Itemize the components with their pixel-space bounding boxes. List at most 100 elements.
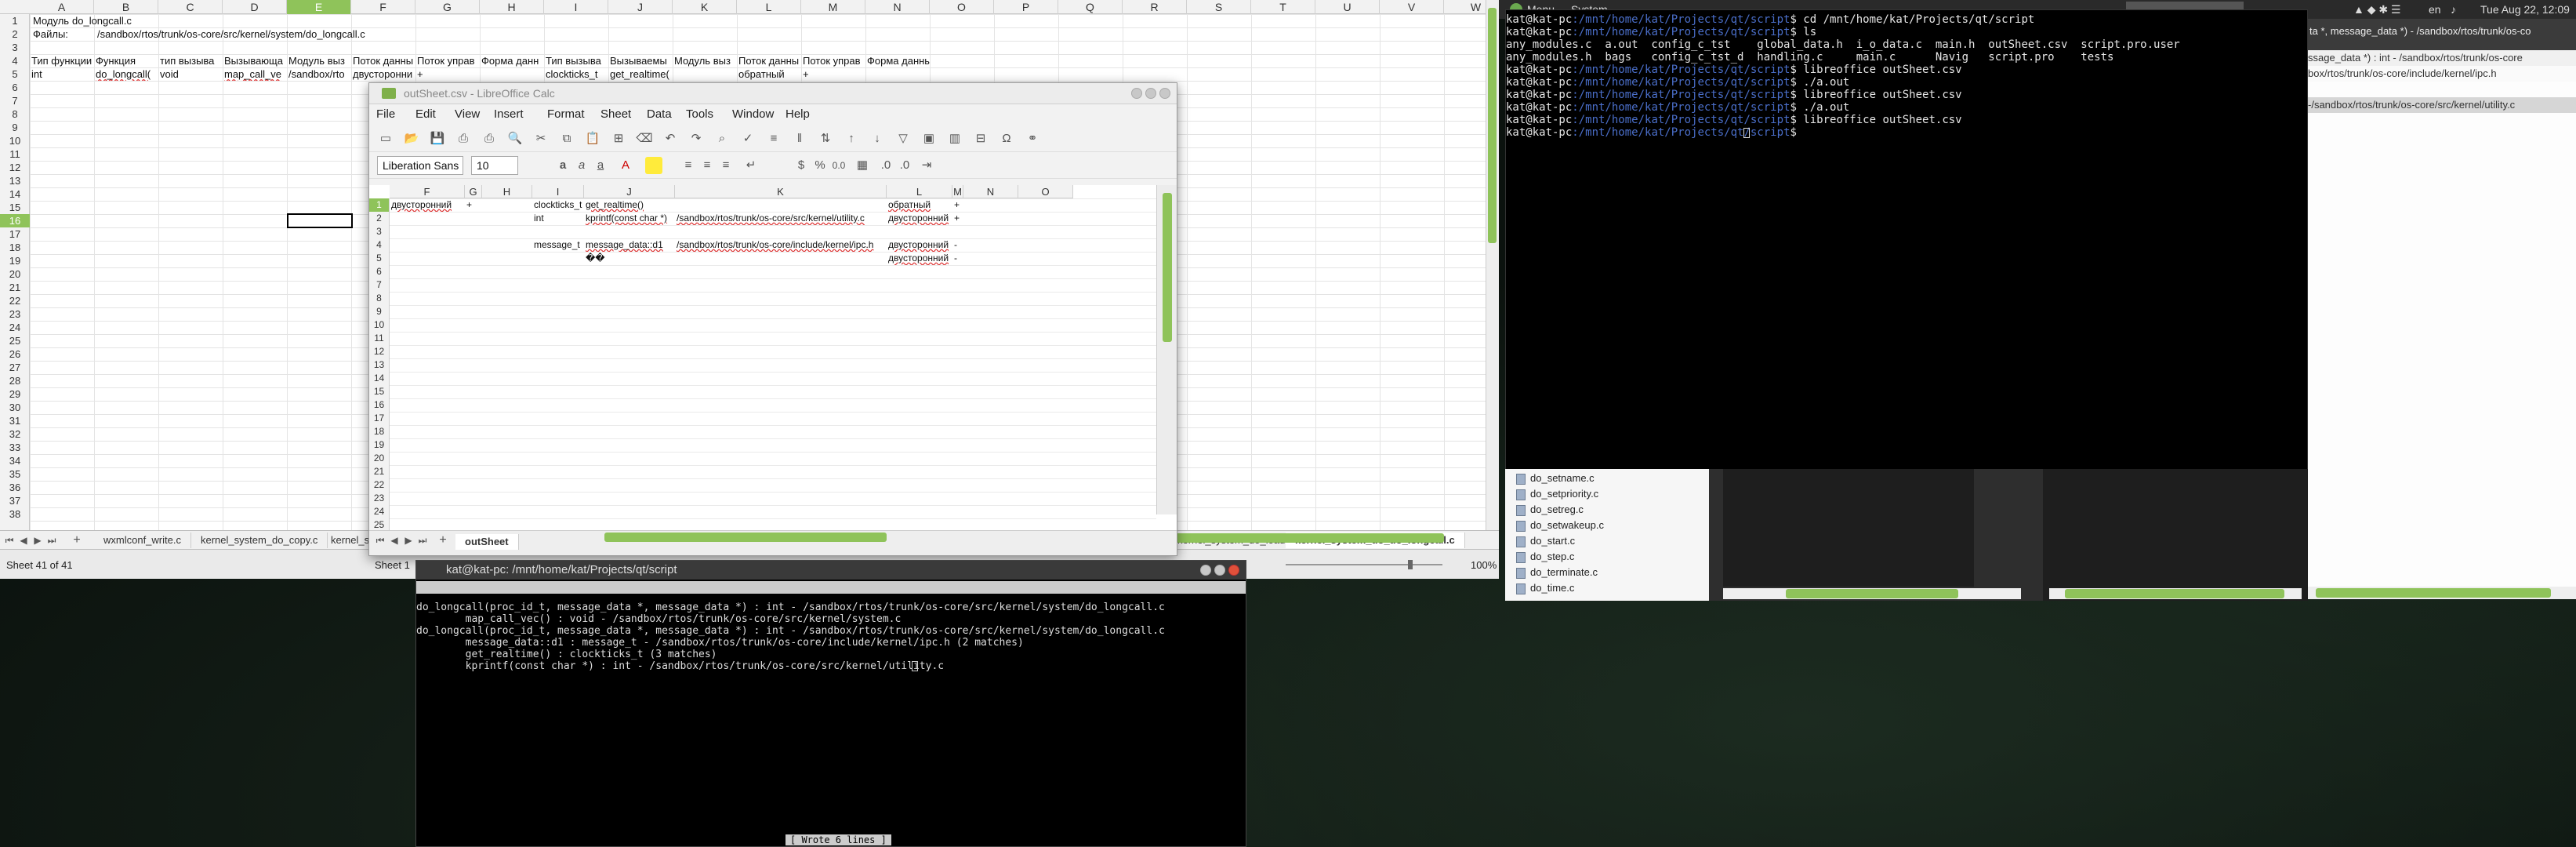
paste-icon[interactable]: 📋 bbox=[584, 130, 601, 147]
undo-icon[interactable]: ↶ bbox=[662, 130, 679, 147]
calc-close-button[interactable] bbox=[1159, 88, 1170, 99]
column-header-o[interactable]: O bbox=[930, 0, 994, 14]
row-header-3[interactable]: 3 bbox=[0, 41, 30, 54]
calc-row-header-19[interactable]: 19 bbox=[369, 438, 390, 452]
row-header-17[interactable]: 17 bbox=[0, 227, 30, 241]
calc-row-header-24[interactable]: 24 bbox=[369, 505, 390, 518]
save-icon[interactable]: 💾 bbox=[429, 130, 446, 147]
cell-row5-0[interactable]: int bbox=[31, 67, 94, 81]
row-header-18[interactable]: 18 bbox=[0, 241, 30, 254]
row-header-36[interactable]: 36 bbox=[0, 481, 30, 494]
column-header-m[interactable]: M bbox=[801, 0, 865, 14]
sheet-tab-wxmlconf[interactable]: wxmlconf_write.c bbox=[94, 533, 191, 548]
cell-row4-0[interactable]: Тип функции bbox=[31, 54, 94, 67]
cell-row4-8[interactable]: Тип вызыва bbox=[546, 54, 608, 67]
file-tree-item[interactable]: do_step.c bbox=[1516, 549, 1574, 565]
image-icon[interactable]: ▣ bbox=[920, 130, 938, 147]
right-pane-hscroll-thumb[interactable] bbox=[2065, 589, 2284, 598]
calc-row-header-23[interactable]: 23 bbox=[369, 492, 390, 505]
calc-cell-m4[interactable]: - bbox=[954, 238, 963, 252]
cell-row4-2[interactable]: тип вызыва bbox=[160, 54, 223, 67]
clock[interactable]: Tue Aug 22, 12:09 bbox=[2480, 0, 2570, 19]
menu-window[interactable]: Window bbox=[727, 105, 779, 124]
calc-add-sheet-icon[interactable]: + bbox=[437, 533, 449, 548]
calc-grid[interactable]: FGHIJKLMNO 1 2 3 4 5 6 7 8 9 10 11 12 13 14 15 16 17 18 19… bbox=[369, 185, 1177, 532]
calc-column-header-l[interactable]: L bbox=[887, 185, 952, 198]
zoom-slider-handle[interactable] bbox=[1408, 560, 1413, 569]
calc-column-header-h[interactable]: H bbox=[482, 185, 532, 198]
font-name-box[interactable]: Liberation Sans bbox=[377, 156, 463, 175]
cell-row4-9[interactable]: Вызываемы bbox=[610, 54, 673, 67]
align-center-icon[interactable]: ≡ bbox=[698, 157, 716, 174]
add-decimal-icon[interactable]: .0 bbox=[877, 157, 894, 174]
row-header-8[interactable]: 8 bbox=[0, 107, 30, 121]
cell-row4-10[interactable]: Модуль выз bbox=[674, 54, 737, 67]
print-icon[interactable]: ⎙ bbox=[481, 130, 498, 147]
column-header-n[interactable]: N bbox=[865, 0, 930, 14]
calc-row-header-20[interactable]: 20 bbox=[369, 452, 390, 465]
row-header-7[interactable]: 7 bbox=[0, 94, 30, 107]
next-sheet-icon[interactable]: ▶ bbox=[31, 533, 44, 548]
vertical-scrollbar-thumb[interactable] bbox=[1488, 8, 1497, 243]
redo-icon[interactable]: ↷ bbox=[688, 130, 705, 147]
calc-hscroll-thumb[interactable] bbox=[604, 533, 887, 542]
row-header-33[interactable]: 33 bbox=[0, 441, 30, 454]
row-header-28[interactable]: 28 bbox=[0, 374, 30, 387]
row-header-24[interactable]: 24 bbox=[0, 321, 30, 334]
column-header-h[interactable]: H bbox=[480, 0, 544, 14]
row-header-5[interactable]: 5 bbox=[0, 67, 30, 81]
last-sheet-icon[interactable]: ⏭ bbox=[45, 533, 58, 548]
zoom-slider[interactable] bbox=[1286, 564, 1442, 565]
editor-tab-title[interactable]: ta *, message_data *) - /sandbox/rtos/tr… bbox=[2309, 25, 2531, 37]
cell-row4-6[interactable]: Поток управ bbox=[417, 54, 480, 67]
first-sheet-icon[interactable]: ⏮ bbox=[3, 533, 16, 548]
file-tree-item[interactable]: do_setwakeup.c bbox=[1516, 518, 1604, 533]
cell-row5-1[interactable]: do_longcall( bbox=[96, 67, 158, 81]
calc-column-header-i[interactable]: I bbox=[532, 185, 584, 198]
row-header-29[interactable]: 29 bbox=[0, 387, 30, 401]
row-header-12[interactable]: 12 bbox=[0, 161, 30, 174]
column-header-t[interactable]: T bbox=[1251, 0, 1315, 14]
row-header-25[interactable]: 25 bbox=[0, 334, 30, 347]
row-header-31[interactable]: 31 bbox=[0, 414, 30, 427]
calc-vertical-scrollbar[interactable] bbox=[1156, 185, 1177, 514]
calc-cell-m1[interactable]: + bbox=[954, 198, 963, 212]
sort-desc-icon[interactable]: ↓ bbox=[869, 130, 886, 147]
row-icon[interactable]: ≡ bbox=[765, 130, 782, 147]
row-header-21[interactable]: 21 bbox=[0, 281, 30, 294]
calc-column-header-m[interactable]: M bbox=[952, 185, 963, 198]
menu-sheet[interactable]: Sheet bbox=[595, 105, 637, 124]
nano-terminal-window[interactable]: kat@kat-pc: /mnt/home/kat/Projects/qt/sc… bbox=[415, 560, 1246, 847]
calc-next-sheet-icon[interactable]: ▶ bbox=[402, 533, 415, 548]
file-tree-item[interactable]: do_terminate.c bbox=[1516, 565, 1598, 580]
row-header-26[interactable]: 26 bbox=[0, 347, 30, 361]
menu-file[interactable]: File bbox=[371, 105, 401, 124]
print-preview-icon[interactable]: 🔍 bbox=[506, 130, 524, 147]
calc-row-header-1[interactable]: 1 bbox=[369, 198, 390, 212]
row-header-37[interactable]: 37 bbox=[0, 494, 30, 507]
calc-cell-f1[interactable]: двусторонний bbox=[391, 198, 465, 212]
cell-b1[interactable]: do_longcall.c bbox=[72, 14, 166, 27]
row-header-22[interactable]: 22 bbox=[0, 294, 30, 307]
cell-row4-5[interactable]: Поток данны bbox=[353, 54, 415, 67]
sort-icon[interactable]: ⇅ bbox=[817, 130, 834, 147]
chart-icon[interactable]: ▥ bbox=[946, 130, 963, 147]
row-header-15[interactable]: 15 bbox=[0, 201, 30, 214]
selected-cell-e16[interactable] bbox=[287, 213, 353, 228]
calc-row-header-4[interactable]: 4 bbox=[369, 238, 390, 252]
sheet-tab-do-copy[interactable]: kernel_system_do_copy.c bbox=[191, 533, 328, 548]
row-header-16[interactable]: 16 bbox=[0, 214, 30, 227]
file-tree-item[interactable]: do_time.c bbox=[1516, 580, 1574, 596]
menu-format[interactable]: Format bbox=[542, 105, 590, 124]
calc-sheet-tab-outsheet[interactable]: outSheet bbox=[455, 534, 519, 550]
menu-tools[interactable]: Tools bbox=[680, 105, 719, 124]
cell-row4-3[interactable]: Вызывающа bbox=[224, 54, 287, 67]
pane-hscroll[interactable] bbox=[1723, 588, 2021, 599]
calc-cell-l4[interactable]: двусторонний bbox=[888, 238, 952, 252]
nano-minimize-button[interactable] bbox=[1200, 565, 1211, 576]
calc-cell-i4[interactable]: message_t bbox=[534, 238, 584, 252]
calc-column-header-j[interactable]: J bbox=[584, 185, 675, 198]
calc-cell-j2[interactable]: kprintf(const char *) bbox=[586, 212, 675, 225]
sort-asc-icon[interactable]: ↑ bbox=[843, 130, 860, 147]
calc-cell-j4[interactable]: message_data::d1 bbox=[586, 238, 675, 252]
